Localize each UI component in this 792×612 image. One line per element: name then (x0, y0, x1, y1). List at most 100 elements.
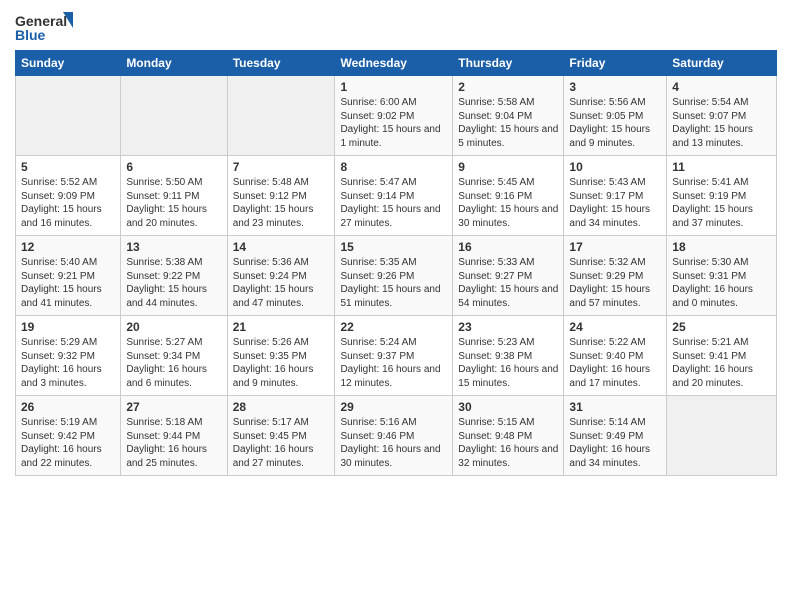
week-row-3: 12 Sunrise: 5:40 AMSunset: 9:21 PMDayligh… (16, 236, 777, 316)
calendar-cell (227, 76, 335, 156)
day-info: Sunrise: 5:19 AMSunset: 9:42 PMDaylight:… (21, 416, 115, 470)
day-info: Sunrise: 5:29 AMSunset: 9:32 PMDaylight:… (21, 336, 115, 390)
calendar-cell (16, 76, 121, 156)
day-number: 21 (233, 320, 330, 334)
day-number: 31 (569, 400, 661, 414)
calendar-cell: 29 Sunrise: 5:16 AMSunset: 9:46 PMDayligh… (335, 396, 453, 476)
calendar-cell: 28 Sunrise: 5:17 AMSunset: 9:45 PMDayligh… (227, 396, 335, 476)
day-number: 6 (126, 160, 221, 174)
calendar-cell (667, 396, 777, 476)
calendar-cell: 30 Sunrise: 5:15 AMSunset: 9:48 PMDayligh… (453, 396, 564, 476)
day-number: 7 (233, 160, 330, 174)
calendar-cell: 23 Sunrise: 5:23 AMSunset: 9:38 PMDayligh… (453, 316, 564, 396)
day-number: 9 (458, 160, 558, 174)
calendar-cell: 13 Sunrise: 5:38 AMSunset: 9:22 PMDayligh… (121, 236, 227, 316)
calendar-cell: 1Sunrise: 6:00 AMSunset: 9:02 PMDaylight… (335, 76, 453, 156)
day-number: 1 (340, 80, 447, 94)
day-info: Sunrise: 5:38 AMSunset: 9:22 PMDaylight:… (126, 256, 221, 310)
day-number: 26 (21, 400, 115, 414)
day-number: 14 (233, 240, 330, 254)
day-info: Sunrise: 5:17 AMSunset: 9:45 PMDaylight:… (233, 416, 330, 470)
calendar-cell: 16 Sunrise: 5:33 AMSunset: 9:27 PMDayligh… (453, 236, 564, 316)
day-number: 24 (569, 320, 661, 334)
day-info: Sunrise: 5:33 AMSunset: 9:27 PMDaylight:… (458, 256, 558, 310)
calendar-cell: 27Sunrise: 5:18 AMSunset: 9:44 PMDayligh… (121, 396, 227, 476)
header-saturday: Saturday (667, 51, 777, 76)
day-info: Sunrise: 5:43 AMSunset: 9:17 PMDaylight:… (569, 176, 661, 230)
calendar-cell: 8 Sunrise: 5:47 AMSunset: 9:14 PMDaylight… (335, 156, 453, 236)
header-tuesday: Tuesday (227, 51, 335, 76)
day-number: 3 (569, 80, 661, 94)
day-info: Sunrise: 5:47 AMSunset: 9:14 PMDaylight:… (340, 176, 447, 230)
calendar-cell: 17Sunrise: 5:32 AMSunset: 9:29 PMDayligh… (564, 236, 667, 316)
day-number: 5 (21, 160, 115, 174)
day-info: Sunrise: 5:50 AMSunset: 9:11 PMDaylight:… (126, 176, 221, 230)
day-number: 13 (126, 240, 221, 254)
calendar-body: 1Sunrise: 6:00 AMSunset: 9:02 PMDaylight… (16, 76, 777, 476)
day-number: 10 (569, 160, 661, 174)
day-number: 28 (233, 400, 330, 414)
day-info: Sunrise: 5:30 AMSunset: 9:31 PMDaylight:… (672, 256, 771, 310)
day-number: 30 (458, 400, 558, 414)
calendar-cell: 11 Sunrise: 5:41 AMSunset: 9:19 PMDayligh… (667, 156, 777, 236)
calendar-cell: 9Sunrise: 5:45 AMSunset: 9:16 PMDaylight… (453, 156, 564, 236)
week-row-4: 19 Sunrise: 5:29 AMSunset: 9:32 PMDayligh… (16, 316, 777, 396)
day-number: 2 (458, 80, 558, 94)
day-number: 11 (672, 160, 771, 174)
day-number: 16 (458, 240, 558, 254)
header-friday: Friday (564, 51, 667, 76)
day-info: Sunrise: 5:23 AMSunset: 9:38 PMDaylight:… (458, 336, 558, 390)
day-number: 15 (340, 240, 447, 254)
day-info: Sunrise: 5:14 AMSunset: 9:49 PMDaylight:… (569, 416, 661, 470)
calendar-cell: 14 Sunrise: 5:36 AMSunset: 9:24 PMDayligh… (227, 236, 335, 316)
week-row-1: 1Sunrise: 6:00 AMSunset: 9:02 PMDaylight… (16, 76, 777, 156)
day-info: Sunrise: 5:15 AMSunset: 9:48 PMDaylight:… (458, 416, 558, 470)
day-info: Sunrise: 5:22 AMSunset: 9:40 PMDaylight:… (569, 336, 661, 390)
day-number: 27 (126, 400, 221, 414)
calendar-cell: 18Sunrise: 5:30 AMSunset: 9:31 PMDayligh… (667, 236, 777, 316)
calendar-cell: 10 Sunrise: 5:43 AMSunset: 9:17 PMDayligh… (564, 156, 667, 236)
header-wednesday: Wednesday (335, 51, 453, 76)
calendar-cell: 24 Sunrise: 5:22 AMSunset: 9:40 PMDayligh… (564, 316, 667, 396)
calendar-cell: 3 Sunrise: 5:56 AMSunset: 9:05 PMDaylight… (564, 76, 667, 156)
day-info: Sunrise: 5:52 AMSunset: 9:09 PMDaylight:… (21, 176, 115, 230)
calendar-cell: 19 Sunrise: 5:29 AMSunset: 9:32 PMDayligh… (16, 316, 121, 396)
day-info: Sunrise: 5:35 AMSunset: 9:26 PMDaylight:… (340, 256, 447, 310)
day-info: Sunrise: 5:56 AMSunset: 9:05 PMDaylight:… (569, 96, 661, 150)
day-number: 29 (340, 400, 447, 414)
day-info: Sunrise: 5:40 AMSunset: 9:21 PMDaylight:… (21, 256, 115, 310)
day-number: 8 (340, 160, 447, 174)
day-number: 12 (21, 240, 115, 254)
day-info: Sunrise: 5:27 AMSunset: 9:34 PMDaylight:… (126, 336, 221, 390)
day-number: 19 (21, 320, 115, 334)
calendar-cell: 6 Sunrise: 5:50 AMSunset: 9:11 PMDaylight… (121, 156, 227, 236)
day-info: Sunrise: 5:54 AMSunset: 9:07 PMDaylight:… (672, 96, 771, 150)
day-info: Sunrise: 5:58 AMSunset: 9:04 PMDaylight:… (458, 96, 558, 150)
day-info: Sunrise: 5:24 AMSunset: 9:37 PMDaylight:… (340, 336, 447, 390)
calendar-cell: 7 Sunrise: 5:48 AMSunset: 9:12 PMDaylight… (227, 156, 335, 236)
day-info: Sunrise: 5:36 AMSunset: 9:24 PMDaylight:… (233, 256, 330, 310)
day-info: Sunrise: 5:48 AMSunset: 9:12 PMDaylight:… (233, 176, 330, 230)
week-row-2: 5 Sunrise: 5:52 AMSunset: 9:09 PMDaylight… (16, 156, 777, 236)
day-number: 23 (458, 320, 558, 334)
header-monday: Monday (121, 51, 227, 76)
header-row: SundayMondayTuesdayWednesdayThursdayFrid… (16, 51, 777, 76)
calendar-cell: 12 Sunrise: 5:40 AMSunset: 9:21 PMDayligh… (16, 236, 121, 316)
day-number: 20 (126, 320, 221, 334)
day-number: 25 (672, 320, 771, 334)
day-number: 22 (340, 320, 447, 334)
day-info: Sunrise: 5:21 AMSunset: 9:41 PMDaylight:… (672, 336, 771, 390)
calendar-cell: 2 Sunrise: 5:58 AMSunset: 9:04 PMDaylight… (453, 76, 564, 156)
svg-text:Blue: Blue (15, 27, 46, 43)
day-info: Sunrise: 5:16 AMSunset: 9:46 PMDaylight:… (340, 416, 447, 470)
header-sunday: Sunday (16, 51, 121, 76)
page-header: GeneralBlue (15, 10, 777, 46)
day-info: Sunrise: 5:41 AMSunset: 9:19 PMDaylight:… (672, 176, 771, 230)
logo-svg: GeneralBlue (15, 10, 75, 46)
calendar-cell: 20 Sunrise: 5:27 AMSunset: 9:34 PMDayligh… (121, 316, 227, 396)
day-info: Sunrise: 5:32 AMSunset: 9:29 PMDaylight:… (569, 256, 661, 310)
calendar-cell: 15 Sunrise: 5:35 AMSunset: 9:26 PMDayligh… (335, 236, 453, 316)
calendar-cell (121, 76, 227, 156)
calendar-cell: 25 Sunrise: 5:21 AMSunset: 9:41 PMDayligh… (667, 316, 777, 396)
calendar-header: SundayMondayTuesdayWednesdayThursdayFrid… (16, 51, 777, 76)
